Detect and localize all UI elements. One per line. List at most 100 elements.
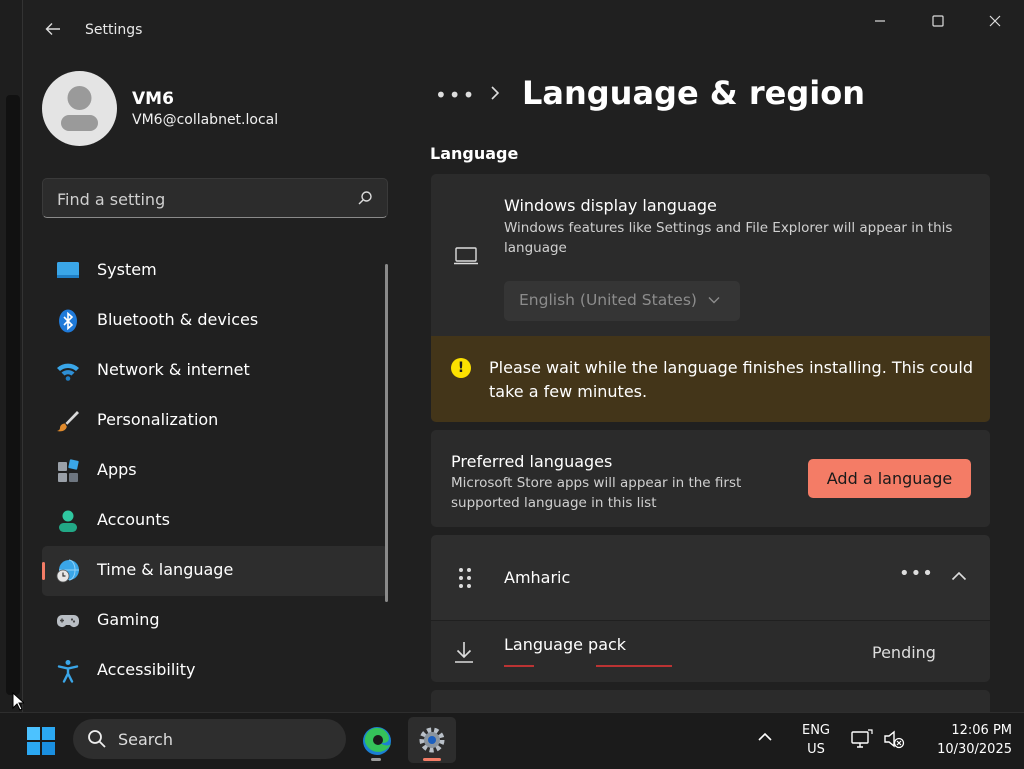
app-active-indicator (423, 758, 441, 761)
minimize-icon (875, 20, 885, 22)
clock-time: 12:06 PM (951, 723, 1012, 738)
language-pack-row: Language pack Pending (431, 621, 990, 682)
preferred-languages-card: Preferred languages Microsoft Store apps… (431, 430, 990, 527)
download-icon (455, 642, 473, 663)
close-button[interactable] (972, 10, 1018, 32)
back-arrow-icon (45, 23, 60, 35)
install-warning-banner: ! Please wait while the language finishe… (431, 336, 990, 422)
sidebar-item-label: System (97, 260, 157, 279)
background-window-edge (6, 95, 20, 695)
chevron-right-icon (491, 86, 500, 100)
section-title: Language (430, 144, 519, 163)
avatar[interactable] (42, 71, 117, 146)
chevron-up-icon[interactable] (951, 571, 967, 581)
back-button[interactable] (41, 20, 65, 44)
chevron-up-icon[interactable] (757, 731, 773, 743)
taskbar-search-label: Search (118, 730, 173, 749)
wifi-icon (57, 363, 79, 381)
taskbar: Search ENG US 12:06 PM 10/30/2025 (0, 712, 1024, 769)
language-more-button[interactable]: ••• (899, 563, 934, 584)
maximize-icon (932, 15, 944, 27)
accounts-icon (59, 510, 77, 532)
dropdown-value: English (United States) (519, 291, 697, 309)
preferred-languages-title: Preferred languages (451, 452, 613, 471)
chevron-down-icon (708, 297, 720, 304)
sidebar-item-label: Accounts (97, 510, 170, 529)
display-language-title: Windows display language (504, 196, 717, 215)
search-icon[interactable] (357, 190, 373, 206)
windows-start-icon[interactable] (26, 726, 56, 756)
spellcheck-underline (596, 665, 672, 667)
user-avatar-icon (61, 86, 98, 131)
warning-icon: ! (451, 358, 471, 378)
sidebar-item-personalization[interactable]: Personalization (42, 396, 388, 446)
language-code: ENG (801, 723, 830, 738)
app-title: Settings (85, 22, 143, 38)
sidebar-scrollbar[interactable] (385, 264, 388, 602)
volume-muted-icon[interactable] (882, 728, 906, 750)
sidebar-item-bluetooth[interactable]: Bluetooth & devices (42, 296, 388, 346)
sidebar-item-label: Gaming (97, 610, 160, 629)
sidebar-item-label: Apps (97, 460, 137, 479)
accessibility-icon (57, 660, 79, 683)
user-name: VM6 (132, 89, 174, 109)
sidebar-item-gaming[interactable]: Gaming (42, 596, 388, 646)
find-setting-search[interactable] (42, 178, 388, 218)
mouse-cursor-icon (12, 692, 24, 711)
breadcrumb-more-button[interactable]: ••• (435, 83, 476, 107)
sidebar-item-label: Accessibility (97, 660, 196, 679)
sidebar-item-apps[interactable]: Apps (42, 446, 388, 496)
sidebar-item-system[interactable]: System (42, 246, 388, 296)
sidebar-item-label: Bluetooth & devices (97, 310, 259, 329)
user-email: VM6@collabnet.local (132, 112, 279, 128)
preferred-languages-description: Microsoft Store apps will appear in the … (451, 475, 742, 511)
warning-text: Please wait while the language finishes … (489, 358, 973, 401)
sidebar-item-accounts[interactable]: Accounts (42, 496, 388, 546)
search-input[interactable] (55, 187, 339, 211)
taskbar-edge[interactable] (352, 717, 400, 763)
minimize-button[interactable] (857, 10, 903, 32)
gamepad-icon (57, 615, 79, 627)
settings-gear-icon (419, 727, 445, 753)
language-item-amharic[interactable]: Amharic ••• (431, 535, 990, 620)
language-pack-status: Pending (872, 643, 936, 662)
add-language-button[interactable]: Add a language (808, 459, 971, 498)
desktop-background (0, 0, 22, 712)
app-running-indicator (371, 758, 381, 761)
globe-clock-icon (56, 559, 79, 583)
sidebar-nav: System Bluetooth & devices Network & int… (42, 246, 388, 696)
page-title: Language & region (522, 74, 865, 112)
language-pack-label: Language pack (504, 635, 627, 654)
region-code: US (807, 742, 825, 757)
laptop-icon (454, 247, 478, 265)
next-settings-card (431, 690, 990, 712)
settings-window: Settings VM6 VM6@collabnet.local System … (22, 0, 1024, 712)
spellcheck-underline (504, 665, 534, 667)
drag-handle-icon[interactable] (458, 567, 472, 589)
search-icon (88, 730, 106, 748)
edge-icon (363, 727, 391, 755)
sidebar-item-network[interactable]: Network & internet (42, 346, 388, 396)
brush-icon (57, 411, 79, 432)
taskbar-clock[interactable]: 12:06 PM 10/30/2025 (912, 721, 1012, 759)
title-bar[interactable]: Settings (23, 0, 1024, 62)
system-icon (57, 262, 79, 278)
apps-icon (58, 459, 79, 482)
sidebar-item-label: Personalization (97, 410, 219, 429)
sidebar-item-label: Network & internet (97, 360, 250, 379)
display-language-card: Windows display language Windows feature… (431, 174, 990, 336)
bluetooth-icon (59, 309, 77, 333)
network-monitor-icon[interactable] (850, 728, 874, 750)
taskbar-search[interactable]: Search (73, 719, 346, 759)
clock-date: 10/30/2025 (937, 742, 1012, 757)
display-language-description: Windows features like Settings and File … (504, 220, 953, 256)
sidebar-item-accessibility[interactable]: Accessibility (42, 646, 388, 696)
close-icon (989, 15, 1001, 27)
input-language-indicator[interactable]: ENG US (798, 721, 834, 759)
taskbar-settings[interactable] (408, 717, 456, 763)
sidebar-item-time-language[interactable]: Time & language (42, 546, 388, 596)
display-language-dropdown[interactable]: English (United States) (504, 281, 740, 321)
maximize-button[interactable] (915, 10, 961, 32)
sidebar-item-label: Time & language (97, 560, 234, 579)
language-name: Amharic (504, 568, 571, 587)
